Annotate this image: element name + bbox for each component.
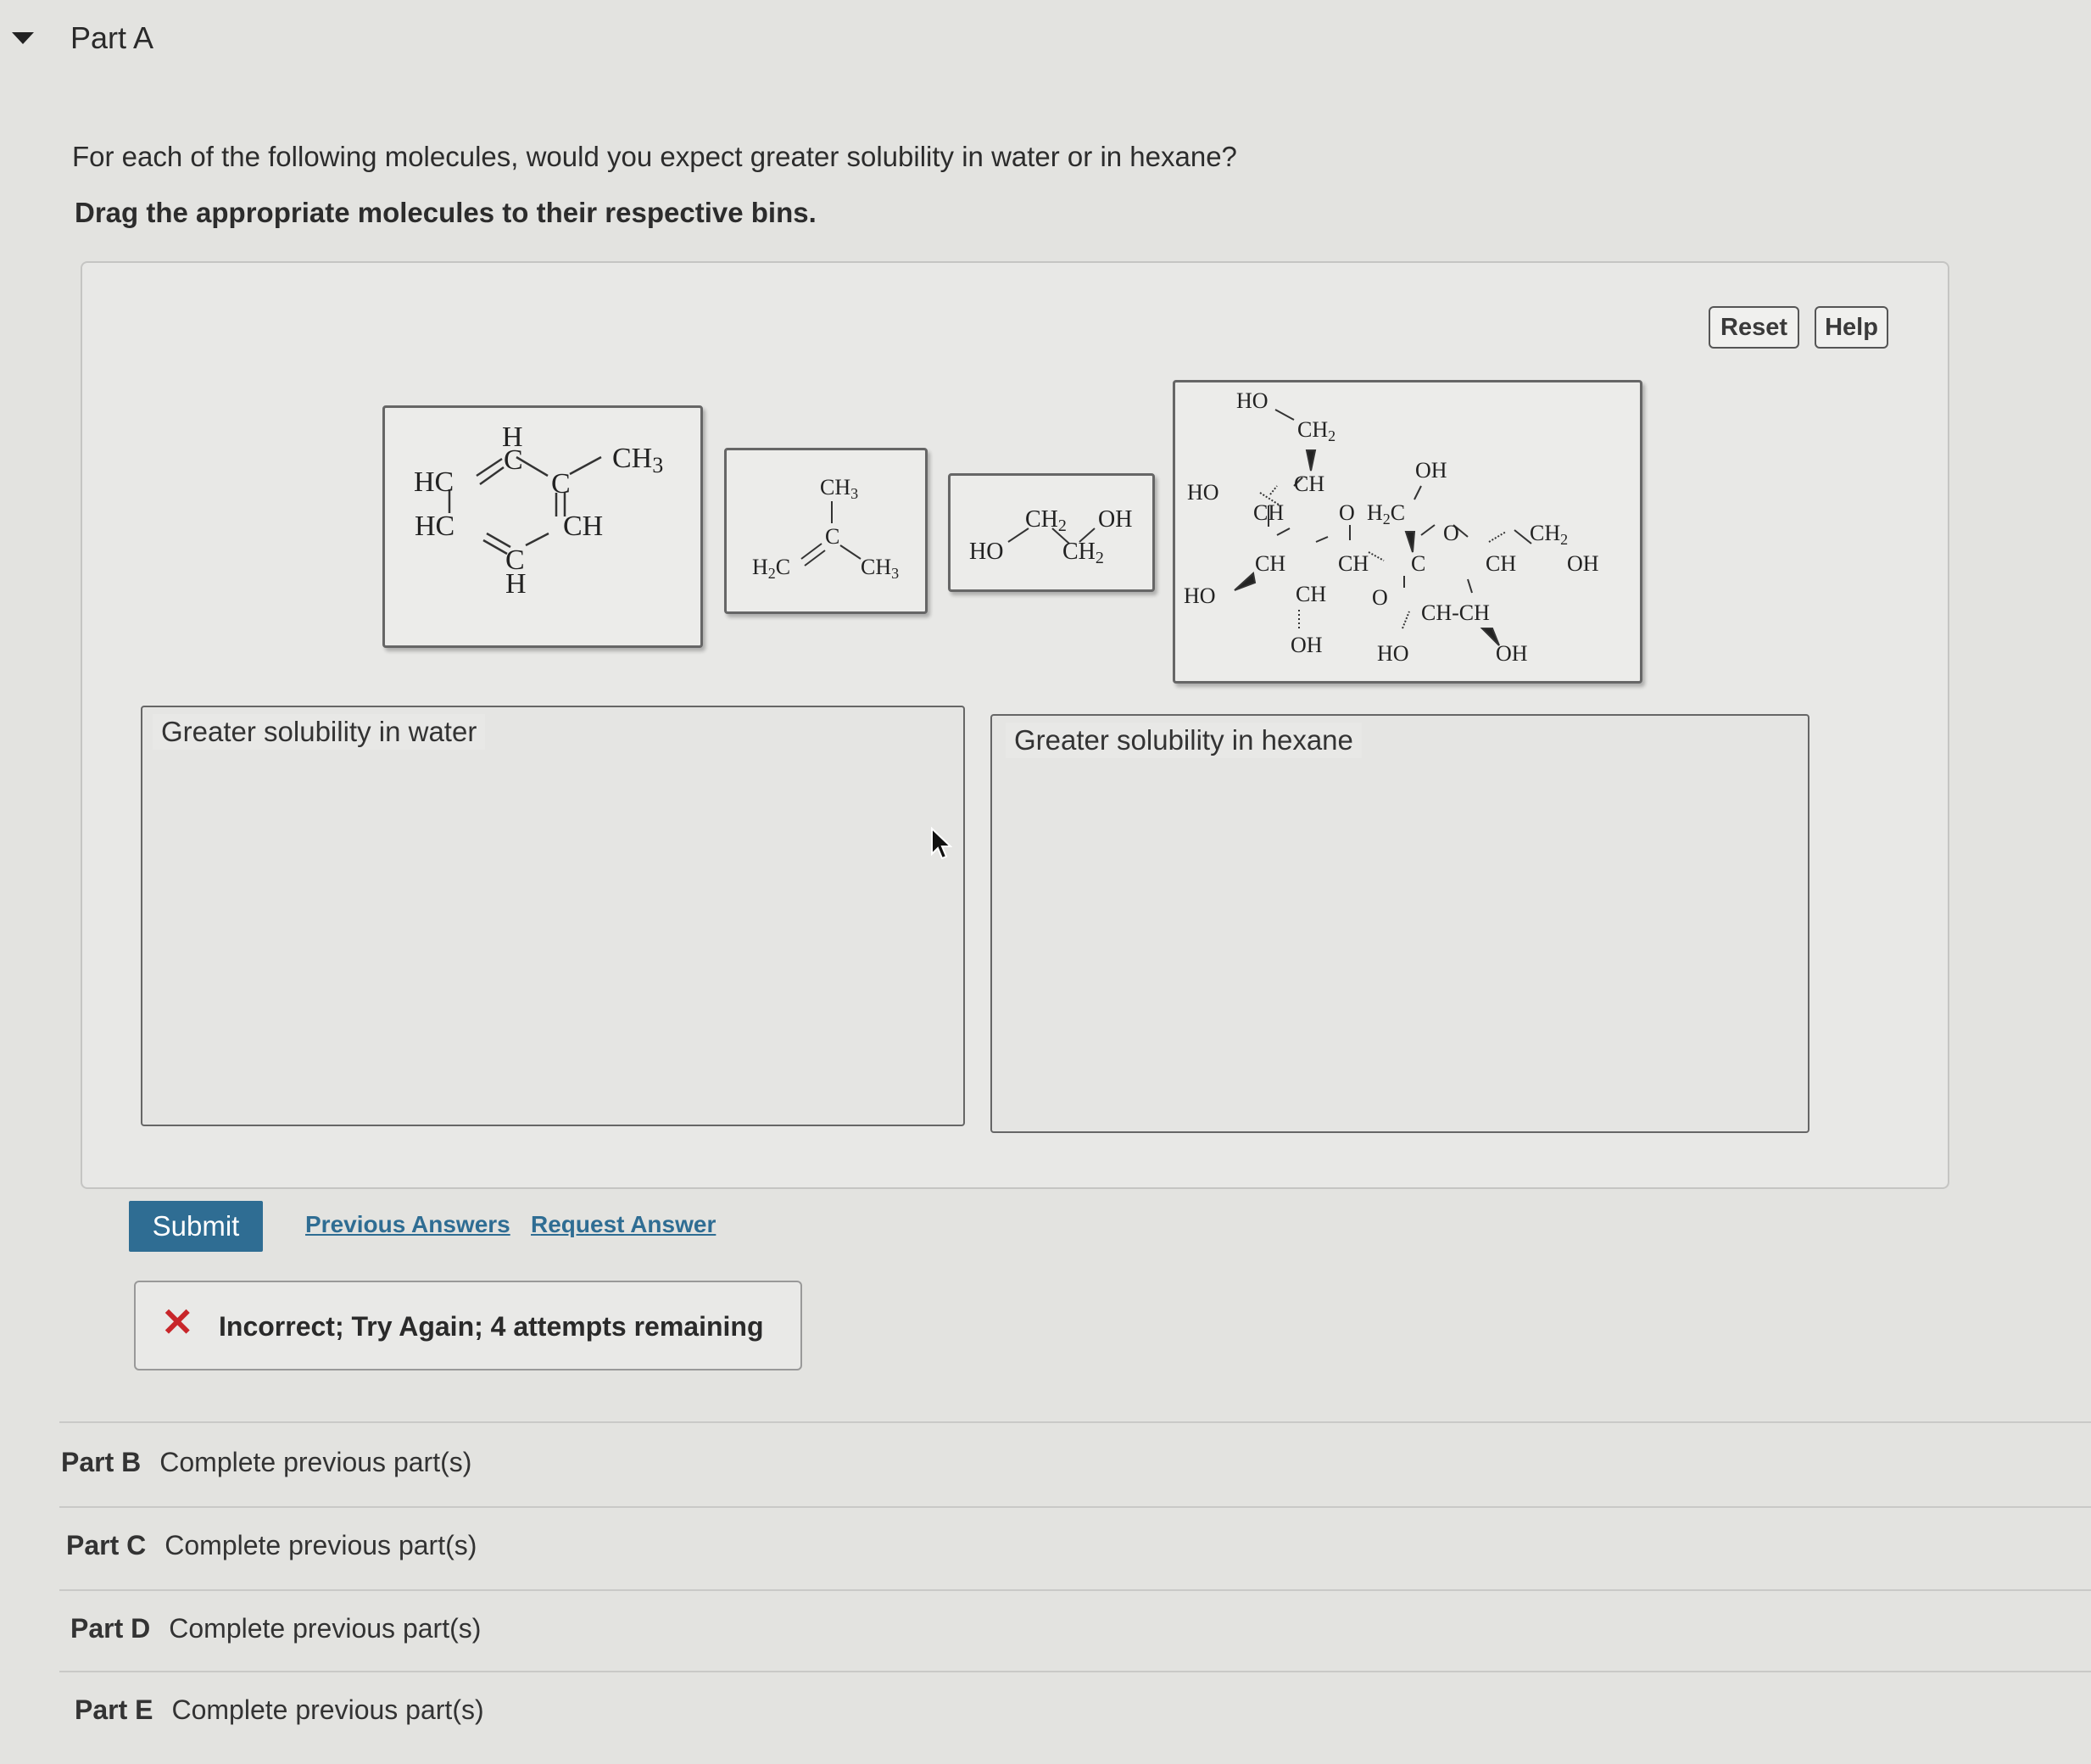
- hexane-bin[interactable]: [990, 714, 1809, 1133]
- molecule-ethylene-glycol[interactable]: HO CH2 OH CH2: [948, 473, 1155, 592]
- isobutylene-structure: CH3 C H2C CH3: [752, 475, 899, 582]
- hexane-bin-label: Greater solubility in hexane: [1006, 723, 1362, 758]
- ho-label: HO: [969, 539, 1003, 565]
- submit-button[interactable]: Submit: [129, 1201, 263, 1252]
- oh-label: OH: [1098, 506, 1132, 533]
- divider: [59, 1589, 2091, 1591]
- c-top-label: C: [504, 444, 523, 476]
- instruction-text: Drag the appropriate molecules to their …: [75, 197, 817, 228]
- t1: HO: [1236, 388, 1269, 413]
- ch3-right-label: CH3: [861, 555, 899, 582]
- request-answer-link[interactable]: Request Answer: [531, 1211, 716, 1238]
- t22: OH: [1496, 641, 1528, 666]
- t17: CH: [1296, 582, 1326, 606]
- c-center-label: C: [825, 524, 839, 549]
- t9: O: [1443, 521, 1459, 545]
- t19: CH-CH: [1421, 600, 1490, 625]
- collapse-caret-icon[interactable]: [12, 32, 34, 44]
- part-b-row[interactable]: Part B Complete previous part(s): [61, 1447, 471, 1478]
- ch2-a-label: CH2: [1025, 506, 1067, 535]
- t14: CH: [1486, 551, 1516, 576]
- t16: HO: [1184, 583, 1216, 608]
- molecule-toluene[interactable]: HC HC H C C CH3 CH C H: [382, 405, 703, 648]
- toluene-structure: HC HC H C C CH3 CH C H: [414, 421, 663, 600]
- divider: [59, 1506, 2091, 1508]
- t7: O: [1339, 500, 1355, 525]
- c-right-label: C: [551, 468, 571, 500]
- t6: CH: [1253, 500, 1284, 525]
- t20: OH: [1291, 633, 1323, 657]
- question-text: For each of the following molecules, wou…: [72, 141, 1237, 172]
- water-bin-label: Greater solubility in water: [153, 714, 486, 750]
- t11: CH: [1255, 551, 1285, 576]
- part-e-row[interactable]: Part E Complete previous part(s): [75, 1694, 484, 1726]
- part-d-row[interactable]: Part D Complete previous part(s): [70, 1613, 481, 1644]
- h2c-label: H2C: [752, 555, 790, 582]
- feedback-message: Incorrect; Try Again; 4 attempts remaini…: [219, 1311, 764, 1342]
- t2: CH2: [1297, 417, 1335, 444]
- help-button[interactable]: Help: [1815, 306, 1888, 349]
- mouse-cursor-icon: [931, 827, 952, 860]
- t15: OH: [1567, 551, 1599, 576]
- t4: OH: [1415, 458, 1447, 483]
- feedback-box: ✕ Incorrect; Try Again; 4 attempts remai…: [134, 1281, 802, 1370]
- ch2-b-label: CH2: [1062, 539, 1104, 567]
- h-bottom-label: H: [505, 568, 527, 600]
- previous-answers-link[interactable]: Previous Answers: [305, 1211, 510, 1238]
- divider: [59, 1671, 2091, 1672]
- t8: H2C: [1367, 500, 1405, 528]
- t5: HO: [1187, 480, 1219, 505]
- reset-button[interactable]: Reset: [1709, 306, 1799, 349]
- hc-top-label: HC: [414, 466, 454, 498]
- ch3-label: CH3: [612, 443, 663, 477]
- molecule-sucrose[interactable]: HO CH2 CH OH HO CH O H2C O CH2 CH CH C C…: [1173, 380, 1642, 684]
- t12: CH: [1338, 551, 1369, 576]
- ch3-top-label: CH3: [820, 475, 858, 502]
- t18: O: [1372, 585, 1388, 610]
- sucrose-structure: HO CH2 CH OH HO CH O H2C O CH2 CH CH C C…: [1184, 388, 1599, 666]
- hc-bottom-label: HC: [415, 511, 454, 542]
- t13: C: [1411, 551, 1425, 576]
- part-c-row[interactable]: Part C Complete previous part(s): [66, 1530, 477, 1561]
- ethylene-glycol-structure: HO CH2 OH CH2: [969, 506, 1132, 567]
- t10: CH2: [1530, 521, 1568, 548]
- water-bin[interactable]: [141, 706, 965, 1126]
- part-a-title[interactable]: Part A: [70, 20, 153, 56]
- ch-right-label: CH: [563, 511, 603, 542]
- t21: HO: [1377, 641, 1409, 666]
- t3: CH: [1294, 472, 1324, 496]
- divider: [59, 1421, 2091, 1423]
- molecule-isobutylene[interactable]: CH3 C H2C CH3: [724, 448, 928, 614]
- x-icon: ✕: [161, 1300, 194, 1344]
